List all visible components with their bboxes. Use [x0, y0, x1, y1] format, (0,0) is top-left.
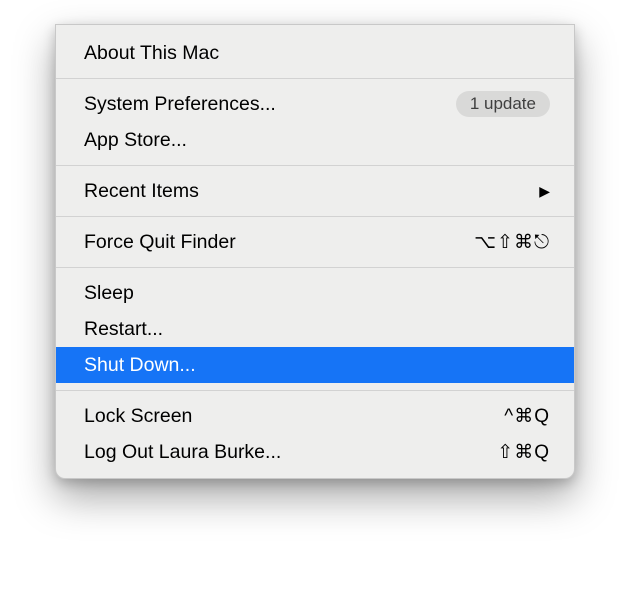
shut-down-label: Shut Down...	[84, 354, 196, 377]
sleep-item[interactable]: Sleep	[56, 275, 574, 311]
menu-divider	[56, 165, 574, 166]
force-quit-shortcut: ⌥⇧⌘⎋	[474, 231, 550, 254]
about-this-mac-label: About This Mac	[84, 42, 219, 65]
about-this-mac-item[interactable]: About This Mac	[56, 35, 574, 71]
force-quit-label: Force Quit Finder	[84, 231, 236, 254]
lock-screen-label: Lock Screen	[84, 405, 192, 428]
restart-item[interactable]: Restart...	[56, 311, 574, 347]
force-quit-item[interactable]: Force Quit Finder ⌥⇧⌘⎋	[56, 224, 574, 260]
sleep-label: Sleep	[84, 282, 134, 305]
menu-divider	[56, 216, 574, 217]
log-out-label: Log Out Laura Burke...	[84, 441, 281, 464]
menu-divider	[56, 390, 574, 391]
shut-down-item[interactable]: Shut Down...	[56, 347, 574, 383]
update-badge: 1 update	[456, 91, 550, 117]
app-store-label: App Store...	[84, 129, 187, 152]
menu-divider	[56, 78, 574, 79]
recent-items-label: Recent Items	[84, 180, 199, 203]
log-out-shortcut: ⇧⌘Q	[497, 441, 550, 464]
menu-top-gap	[56, 25, 574, 35]
chevron-right-icon: ▶	[539, 183, 550, 200]
lock-screen-shortcut: ^⌘Q	[504, 405, 550, 428]
app-store-item[interactable]: App Store...	[56, 122, 574, 158]
apple-menu: About This Mac System Preferences... 1 u…	[55, 24, 575, 479]
system-preferences-item[interactable]: System Preferences... 1 update	[56, 86, 574, 122]
lock-screen-item[interactable]: Lock Screen ^⌘Q	[56, 398, 574, 434]
recent-items-item[interactable]: Recent Items ▶	[56, 173, 574, 209]
menu-divider	[56, 267, 574, 268]
system-preferences-label: System Preferences...	[84, 93, 276, 116]
log-out-item[interactable]: Log Out Laura Burke... ⇧⌘Q	[56, 434, 574, 470]
restart-label: Restart...	[84, 318, 163, 341]
